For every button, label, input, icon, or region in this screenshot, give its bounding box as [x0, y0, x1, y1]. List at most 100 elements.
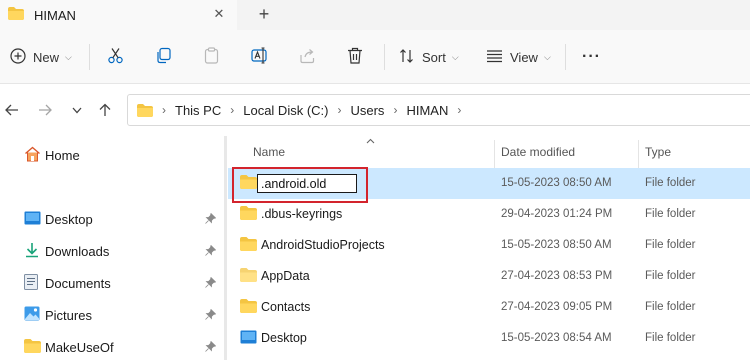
clipboard-icon [203, 47, 220, 67]
arrow-left-icon [5, 104, 18, 116]
sidebar-item-label: Desktop [45, 211, 93, 227]
command-bar: New ⌵ Sort ⌵ View ⌵ ··· [0, 30, 750, 84]
cut-button[interactable] [107, 43, 124, 71]
sort-icon [399, 48, 415, 67]
column-divider[interactable] [494, 140, 495, 168]
address-row: › This PC › Local Disk (C:) › Users › HI… [0, 84, 750, 136]
pin-icon[interactable] [205, 308, 217, 321]
address-bar[interactable]: › This PC › Local Disk (C:) › Users › HI… [127, 94, 750, 126]
new-label: New [33, 49, 60, 65]
sort-label: Sort [422, 49, 446, 65]
new-button[interactable]: New ⌵ [10, 43, 72, 71]
file-name: Desktop [261, 331, 307, 345]
sidebar-item-makeuseof[interactable]: MakeUseOf [0, 334, 222, 360]
pin-icon[interactable] [205, 244, 217, 257]
breadcrumb-users[interactable]: Users [350, 103, 384, 118]
column-divider[interactable] [638, 140, 639, 168]
recent-locations-button[interactable] [67, 100, 87, 120]
file-type: File folder [645, 332, 696, 344]
chevron-right-icon[interactable]: › [230, 103, 234, 117]
folder-icon [240, 175, 257, 192]
more-options-button[interactable]: ··· [582, 43, 601, 71]
close-icon[interactable]: ✕ [209, 4, 229, 24]
file-name: AndroidStudioProjects [261, 238, 385, 252]
table-row[interactable]: AppData 27-04-2023 08:53 PM File folder [228, 261, 750, 292]
share-button[interactable] [299, 43, 316, 71]
separator [565, 44, 566, 70]
table-row[interactable]: Desktop 15-05-2023 08:54 AM File folder [228, 323, 750, 354]
date-modified: 15-05-2023 08:50 AM [501, 239, 612, 251]
document-icon [24, 273, 38, 293]
file-type: File folder [645, 270, 696, 282]
breadcrumb-himan[interactable]: HIMAN [406, 103, 448, 118]
table-row[interactable]: AndroidStudioProjects 15-05-2023 08:50 A… [228, 230, 750, 261]
copy-button[interactable] [155, 43, 172, 71]
table-row[interactable]: Contacts 27-04-2023 09:05 PM File folder [228, 292, 750, 323]
plus-circle-icon [10, 47, 26, 67]
sidebar-item-label: MakeUseOf [45, 339, 114, 355]
sidebar-item-label: Documents [45, 275, 111, 291]
table-row[interactable]: 15-05-2023 08:50 AM File folder [228, 168, 750, 199]
separator [89, 44, 90, 70]
tab-himan[interactable]: HIMAN ✕ [0, 0, 237, 30]
date-modified: 15-05-2023 08:54 AM [501, 332, 612, 344]
sidebar-item-desktop[interactable]: Desktop [0, 206, 222, 232]
forward-button[interactable] [35, 100, 55, 120]
view-button[interactable]: View ⌵ [486, 43, 551, 71]
scissors-icon [107, 47, 124, 67]
sidebar-item-home[interactable]: Home [0, 142, 222, 168]
chevron-right-icon[interactable]: › [337, 103, 341, 117]
rename-input[interactable] [257, 174, 357, 193]
up-button[interactable] [95, 100, 115, 120]
column-header-label: Date modified [501, 145, 576, 159]
chevron-right-icon[interactable]: › [393, 103, 397, 117]
desktop-icon [240, 330, 257, 347]
file-list: Name Date modified Type 15-05-2023 08:50… [228, 136, 750, 360]
folder-icon [240, 268, 257, 285]
column-header-name[interactable]: Name [253, 136, 285, 168]
column-header-label: Name [253, 145, 286, 159]
view-label: View [510, 49, 538, 65]
download-icon [24, 242, 40, 261]
pin-icon[interactable] [205, 276, 217, 289]
sort-button[interactable]: Sort ⌵ [399, 43, 459, 71]
paste-button[interactable] [203, 43, 220, 71]
file-type: File folder [645, 301, 696, 313]
back-button[interactable] [2, 100, 22, 120]
pin-icon[interactable] [205, 340, 217, 353]
column-header-label: Type [645, 145, 672, 159]
pictures-icon [24, 306, 40, 324]
column-header-type[interactable]: Type [645, 136, 671, 168]
chevron-right-icon[interactable]: › [457, 103, 461, 117]
navigation-pane: Home Desktop Downloads Documents Picture… [0, 136, 222, 360]
chevron-down-icon: ⌵ [451, 51, 459, 62]
sidebar-item-documents[interactable]: Documents [0, 270, 222, 296]
rename-button[interactable] [251, 43, 269, 71]
table-row[interactable]: .dbus-keyrings 29-04-2023 01:24 PM File … [228, 199, 750, 230]
sidebar-item-downloads[interactable]: Downloads [0, 238, 222, 264]
chevron-down-icon: ⌵ [65, 51, 72, 62]
pin-icon[interactable] [205, 212, 217, 225]
folder-icon [240, 237, 257, 254]
file-name: Contacts [261, 300, 311, 314]
sidebar-item-label: Pictures [45, 307, 92, 323]
sidebar-item-pictures[interactable]: Pictures [0, 302, 222, 328]
arrow-right-icon [39, 104, 52, 116]
folder-icon [240, 206, 257, 223]
sidebar-scrollbar[interactable] [224, 136, 227, 360]
delete-button[interactable] [347, 43, 363, 71]
breadcrumb-local-disk[interactable]: Local Disk (C:) [243, 103, 328, 118]
chevron-down-icon: ⌵ [543, 51, 551, 62]
plus-icon[interactable]: + [254, 4, 274, 24]
file-type: File folder [645, 177, 696, 189]
view-list-icon [486, 49, 503, 66]
folder-icon [137, 103, 153, 117]
date-modified: 29-04-2023 01:24 PM [501, 208, 613, 220]
column-header-date[interactable]: Date modified [501, 136, 575, 168]
date-modified: 27-04-2023 08:53 PM [501, 270, 613, 282]
sidebar-item-label: Home [45, 147, 80, 163]
rename-icon [251, 47, 269, 67]
more-icon: ··· [582, 48, 601, 65]
chevron-right-icon: › [162, 103, 166, 117]
breadcrumb-this-pc[interactable]: This PC [175, 103, 221, 118]
